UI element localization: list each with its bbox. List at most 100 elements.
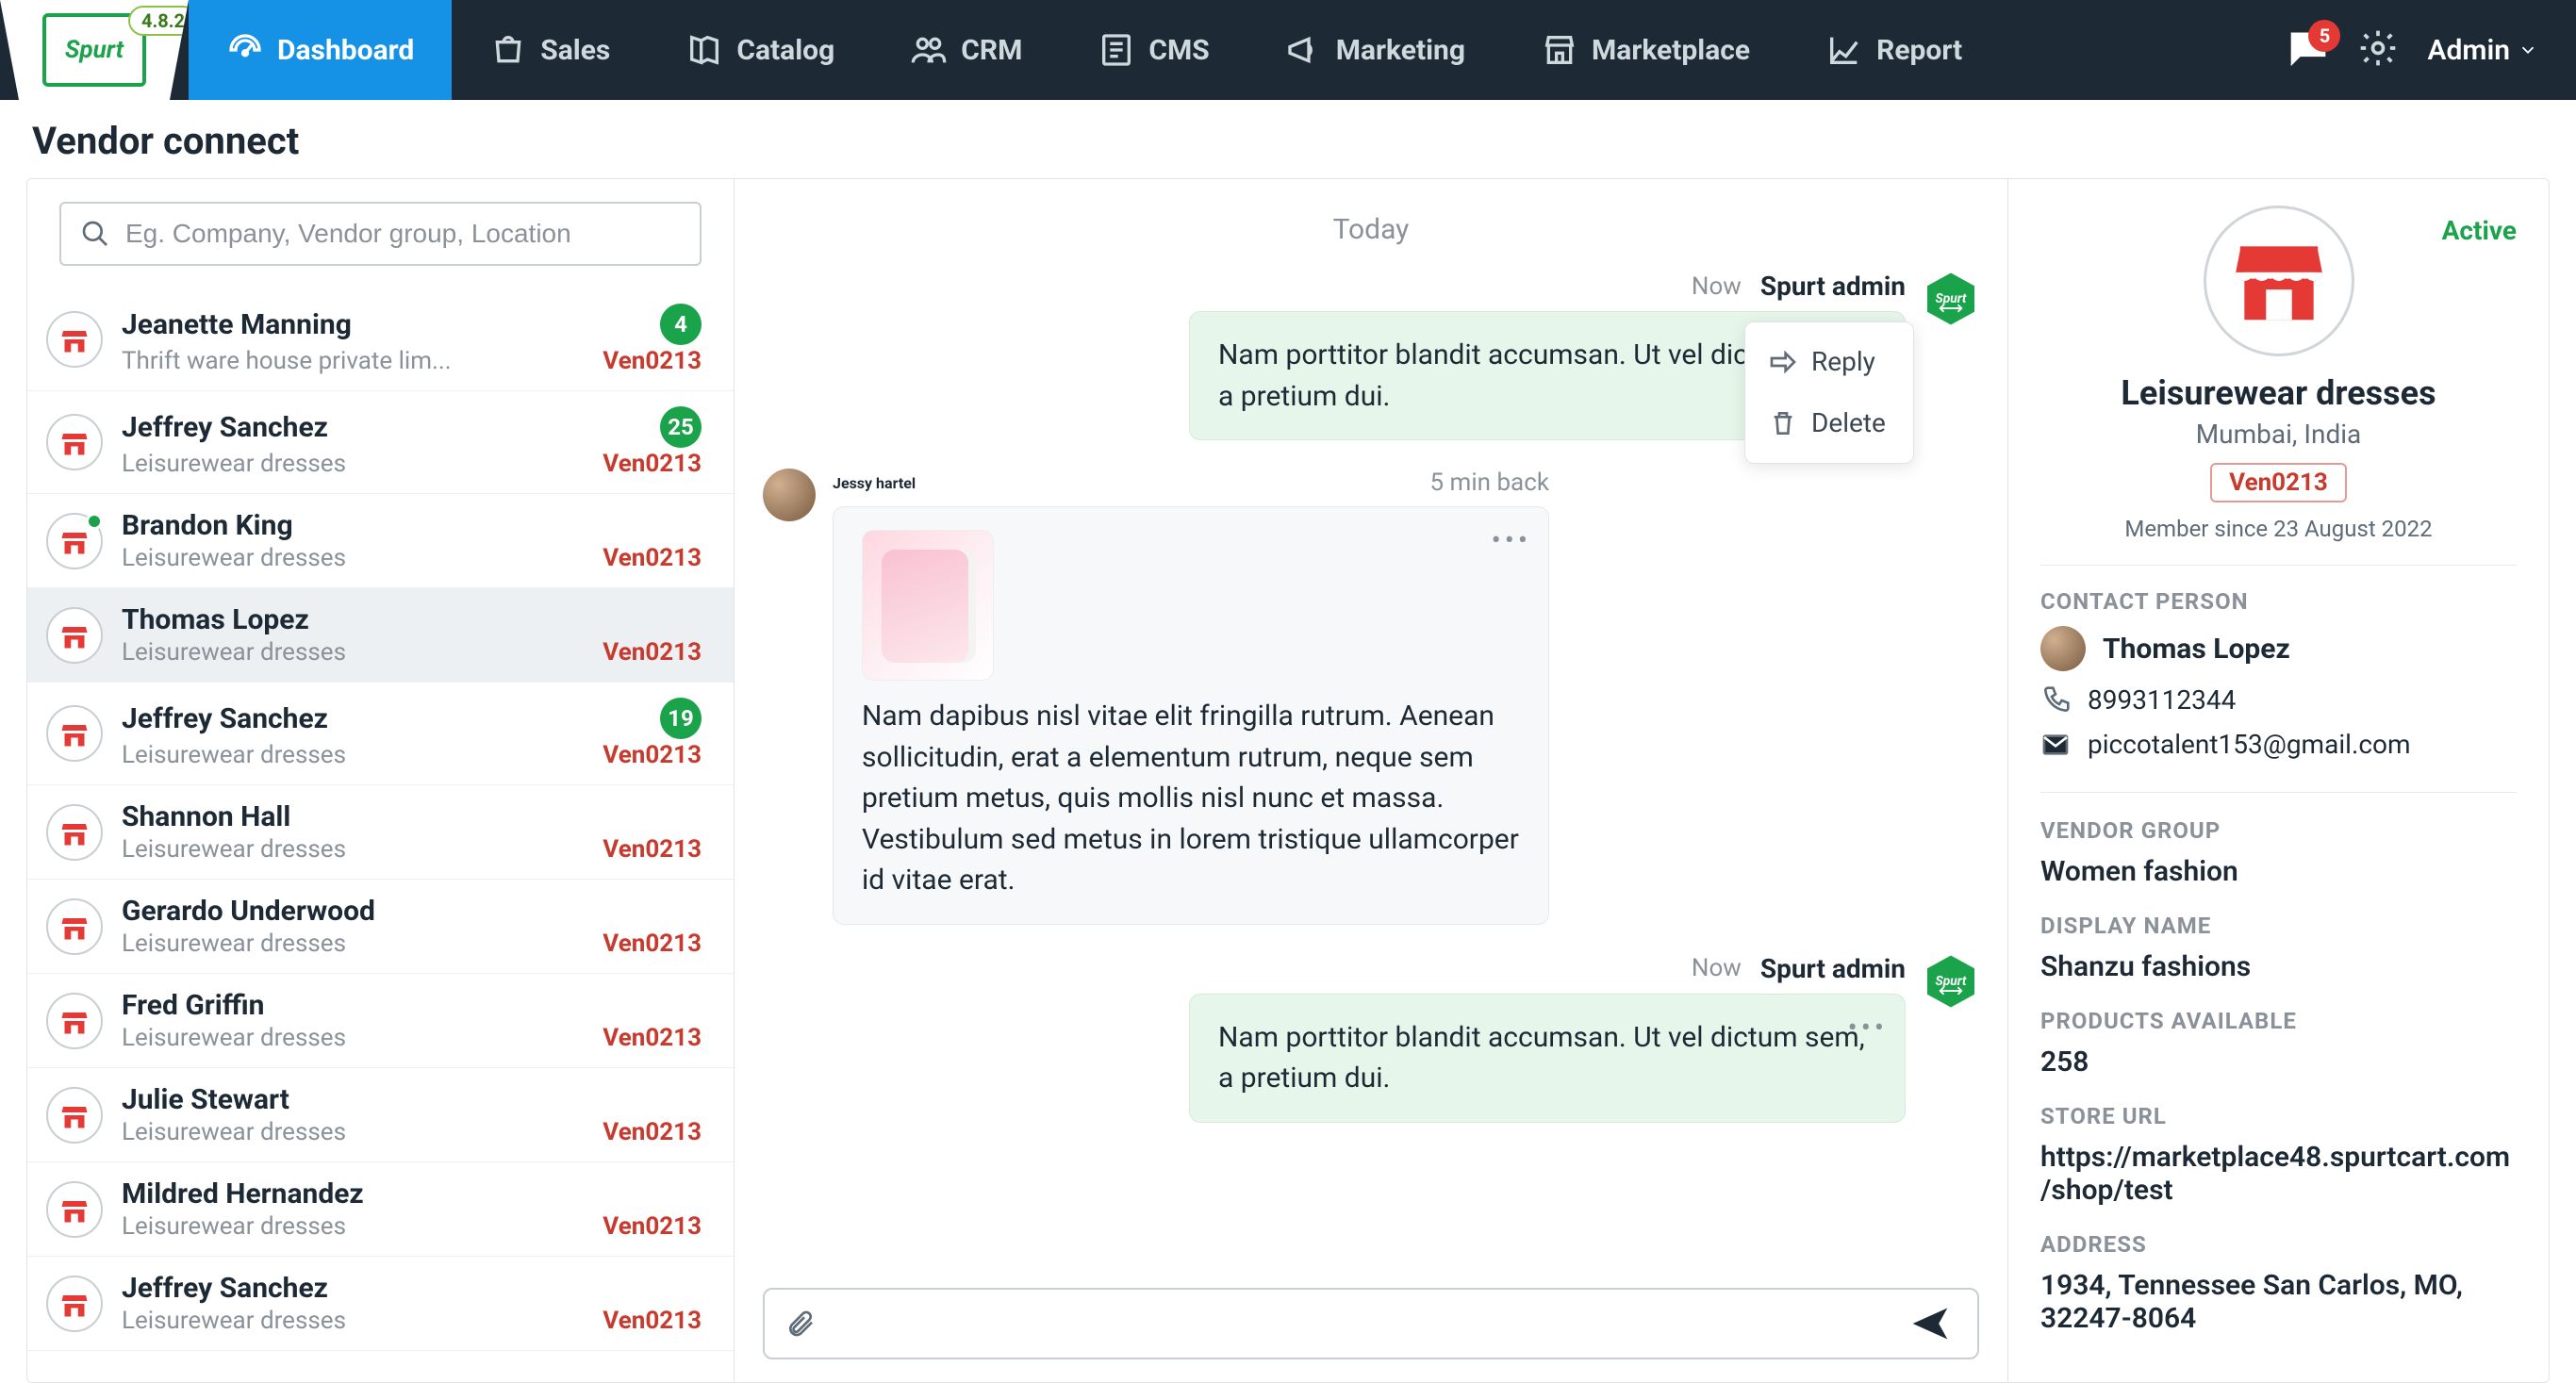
vendor-list-item[interactable]: Shannon Hall Leisurewear dresses Ven0213 xyxy=(27,785,734,880)
vendor-list-item[interactable]: Jeffrey Sanchez Leisurewear dresses Ven0… xyxy=(27,1257,734,1351)
vendor-company: Leisurewear dresses xyxy=(122,1024,346,1052)
vendor-list-item[interactable]: Fred Griffin Leisurewear dresses Ven0213 xyxy=(27,974,734,1068)
vendor-avatar-small xyxy=(46,1181,103,1238)
chat-message: Jessy hartel 5 min back Nam dapibus nisl… xyxy=(763,469,1979,925)
delete-action[interactable]: Delete xyxy=(1745,393,1913,454)
vendor-id: Ven0213 xyxy=(603,450,702,478)
nav-dashboard[interactable]: Dashboard xyxy=(189,0,452,100)
nav-label: Sales xyxy=(540,34,610,67)
mail-icon xyxy=(2040,730,2071,760)
vendor-list-item[interactable]: Julie Stewart Leisurewear dresses Ven021… xyxy=(27,1068,734,1162)
vendor-company: Leisurewear dresses xyxy=(122,930,346,958)
catalog-icon xyxy=(685,31,723,69)
products-available-label: PRODUCTS AVAILABLE xyxy=(2040,1008,2517,1034)
vendor-company: Leisurewear dresses xyxy=(122,1118,346,1146)
gear-icon xyxy=(2357,27,2399,69)
cms-icon xyxy=(1098,31,1135,69)
address-label: ADDRESS xyxy=(2040,1231,2517,1258)
vendor-id: Ven0213 xyxy=(603,1024,702,1052)
vendor-avatar-small xyxy=(46,311,103,368)
store-url-value[interactable]: https://marketplace48.spurtcart.com/shop… xyxy=(2040,1141,2517,1207)
nav-crm[interactable]: CRM xyxy=(872,0,1060,100)
sender-avatar: Spurt xyxy=(1923,271,1979,327)
vendor-name: Jeffrey Sanchez xyxy=(122,411,328,444)
send-icon xyxy=(1907,1303,1954,1344)
vendor-id: Ven0213 xyxy=(603,741,702,769)
message-more-button[interactable]: ••• xyxy=(1848,1008,1888,1049)
contact-avatar xyxy=(2040,626,2086,671)
vendor-name: Jeffrey Sanchez xyxy=(122,702,328,735)
vendor-list-item[interactable]: Jeffrey Sanchez 19 Leisurewear dresses V… xyxy=(27,683,734,785)
marketing-icon xyxy=(1285,31,1323,69)
sales-icon xyxy=(489,31,527,69)
chat-day-label: Today xyxy=(763,198,1979,271)
vendor-name: Fred Griffin xyxy=(122,989,264,1022)
nav-marketplace[interactable]: Marketplace xyxy=(1503,0,1788,100)
vendor-id: Ven0213 xyxy=(603,1212,702,1241)
products-available-value: 258 xyxy=(2040,1045,2517,1078)
attachment-icon[interactable] xyxy=(785,1309,816,1339)
vendor-name: Shannon Hall xyxy=(122,800,290,833)
nav-report[interactable]: Report xyxy=(1788,0,2000,100)
vendor-company: Leisurewear dresses xyxy=(122,544,346,572)
vendor-company: Leisurewear dresses xyxy=(122,741,346,769)
contact-name: Thomas Lopez xyxy=(2103,633,2290,666)
message-bubble: Nam porttitor blandit accumsan. Ut vel d… xyxy=(1189,311,1906,440)
message-sender: Spurt admin xyxy=(1760,271,1906,302)
vendor-id: Ven0213 xyxy=(603,1118,702,1146)
store-icon xyxy=(2227,229,2331,333)
vendor-list-item[interactable]: Brandon King Leisurewear dresses Ven0213 xyxy=(27,494,734,588)
nav-cms[interactable]: CMS xyxy=(1060,0,1247,100)
chat-message: Now Spurt admin Nam porttitor blandit ac… xyxy=(763,953,1979,1123)
unread-count-badge: 4 xyxy=(660,304,702,345)
message-composer[interactable] xyxy=(763,1288,1979,1359)
vendor-company: Leisurewear dresses xyxy=(122,450,346,478)
chat-message: Now Spurt admin Nam porttitor blandit ac… xyxy=(763,271,1979,440)
contact-person-label: CONTACT PERSON xyxy=(2040,588,2517,615)
notifications-button[interactable]: 5 xyxy=(2287,27,2329,73)
logo-text: Spurt xyxy=(65,36,124,64)
reply-action[interactable]: Reply xyxy=(1745,332,1913,393)
vendor-company: Leisurewear dresses xyxy=(122,638,346,667)
svg-text:Spurt: Spurt xyxy=(1936,973,1967,988)
vendor-avatar-small xyxy=(46,804,103,861)
vendor-list-item[interactable]: Mildred Hernandez Leisurewear dresses Ve… xyxy=(27,1162,734,1257)
vendor-list-item[interactable]: Gerardo Underwood Leisurewear dresses Ve… xyxy=(27,880,734,974)
nav-sales[interactable]: Sales xyxy=(452,0,648,100)
nav-marketing[interactable]: Marketing xyxy=(1247,0,1503,100)
message-image-attachment[interactable] xyxy=(862,530,994,681)
vendor-list-item[interactable]: Jeffrey Sanchez 25 Leisurewear dresses V… xyxy=(27,391,734,494)
vendor-company: Leisurewear dresses xyxy=(122,1212,346,1241)
vendor-list-item[interactable]: Jeanette Manning 4 Thrift ware house pri… xyxy=(27,288,734,391)
vendor-id: Ven0213 xyxy=(603,1307,702,1335)
message-text: Nam porttitor blandit accumsan. Ut vel d… xyxy=(1218,1021,1865,1095)
vendor-avatar-small xyxy=(46,705,103,762)
message-time: 5 min back xyxy=(1429,469,1549,497)
unread-count-badge: 25 xyxy=(660,406,702,448)
message-bubble: Nam dapibus nisl vitae elit fringilla ru… xyxy=(833,506,1549,925)
vendor-name: Thomas Lopez xyxy=(122,603,309,636)
send-button[interactable] xyxy=(1904,1303,1957,1344)
contact-phone: 8993112344 xyxy=(2088,684,2236,716)
message-bubble: Nam porttitor blandit accumsan. Ut vel d… xyxy=(1189,994,1906,1123)
vendor-avatar xyxy=(2204,206,2354,356)
nav-catalog[interactable]: Catalog xyxy=(648,0,872,100)
search-input[interactable] xyxy=(125,219,681,249)
vendor-location: Mumbai, India xyxy=(2040,419,2517,450)
message-input[interactable] xyxy=(834,1308,1885,1340)
vendor-avatar-small xyxy=(46,607,103,664)
crm-icon xyxy=(910,31,948,69)
vendor-name: Mildred Hernandez xyxy=(122,1177,364,1210)
search-box[interactable] xyxy=(59,202,702,266)
nav-label: Marketplace xyxy=(1592,34,1750,67)
nav-label: Dashboard xyxy=(277,34,414,67)
message-more-button[interactable]: ••• xyxy=(1492,520,1531,562)
logo[interactable]: Spurt 4.8.2 xyxy=(0,0,189,100)
vendor-list-item[interactable]: Thomas Lopez Leisurewear dresses Ven0213 xyxy=(27,588,734,683)
vendor-info-panel: Active Leisurewear dresses Mumbai, India… xyxy=(2007,179,2549,1382)
marketplace-icon xyxy=(1541,31,1578,69)
vendor-id: Ven0213 xyxy=(603,930,702,958)
vendor-id: Ven0213 xyxy=(603,638,702,667)
admin-menu[interactable]: Admin xyxy=(2427,34,2538,67)
settings-button[interactable] xyxy=(2357,27,2399,73)
